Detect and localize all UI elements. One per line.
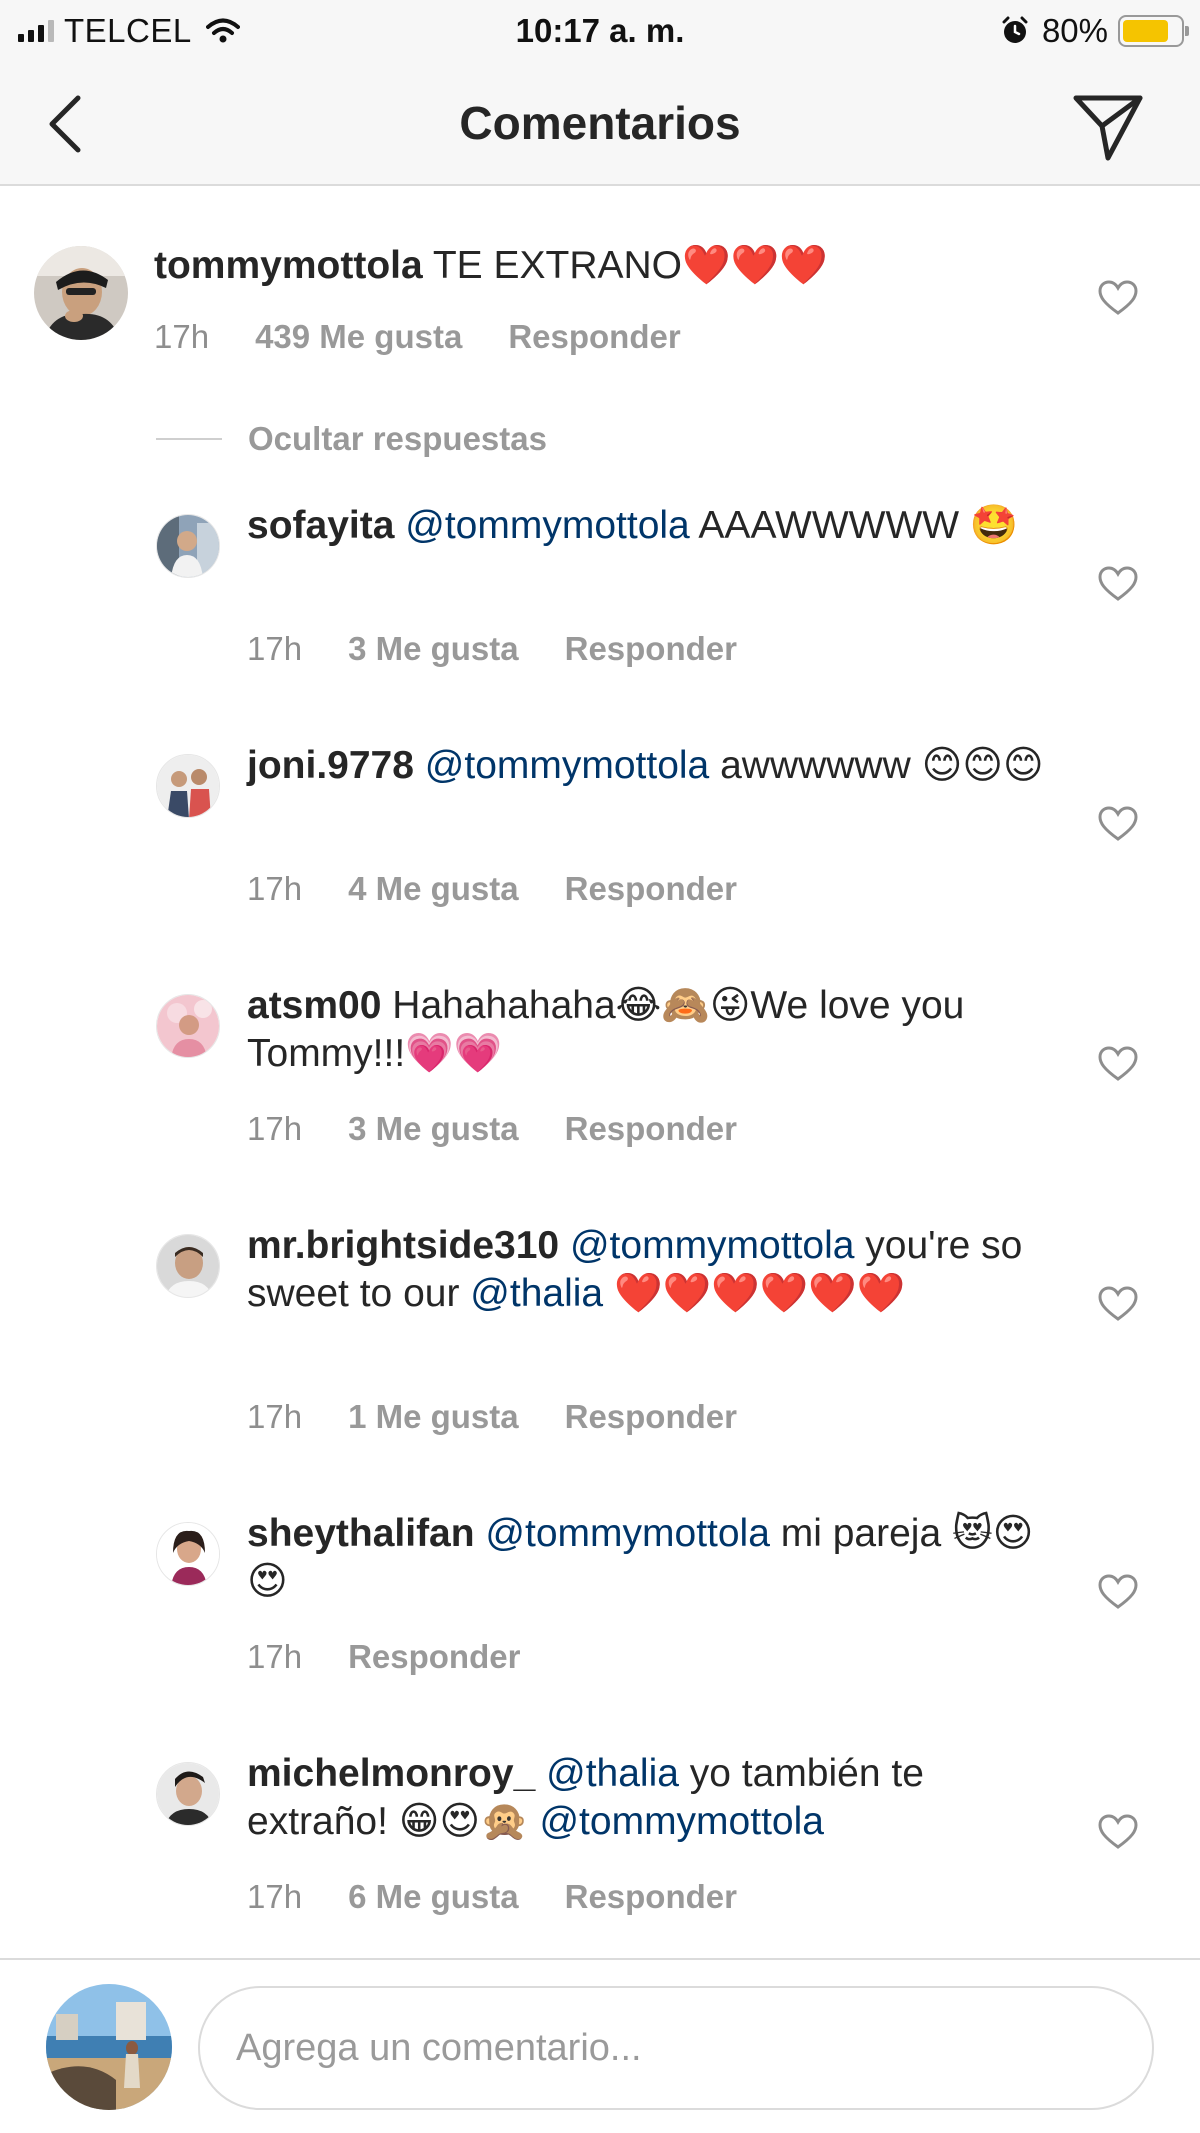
battery-percent: 80% [1041, 12, 1108, 49]
comment-body: @tommymottola AAAWWWWW 🤩 [394, 504, 1018, 547]
page-title: Comentarios [459, 97, 741, 149]
avatar[interactable] [34, 246, 128, 340]
comment-username[interactable]: sofayita [247, 504, 394, 547]
likes-count[interactable]: 4 Me gusta [348, 870, 519, 907]
comment-text: mr.brightside310 @tommymottola you're so… [247, 1222, 1047, 1318]
likes-count[interactable]: 6 Me gusta [348, 1878, 519, 1915]
comment-text: sofayita @tommymottola AAAWWWWW 🤩 [247, 502, 1047, 550]
avatar[interactable] [156, 514, 220, 578]
mention-link[interactable]: @thalia [546, 1752, 679, 1795]
comment-body-text [559, 1224, 570, 1267]
comment-meta: 17h 3 Me gusta Responder [247, 1110, 783, 1148]
comment-body-text: AAAWWWWW 🤩 [689, 504, 1019, 547]
comment-body: @tommymottola awwwwww 😊😊😊 [414, 744, 1044, 787]
avatar[interactable] [156, 1522, 220, 1586]
avatar[interactable] [156, 1234, 220, 1298]
reply-button[interactable]: Responder [508, 318, 680, 355]
comment-body-text [414, 744, 425, 787]
mention-link[interactable]: @tommymottola [405, 504, 689, 547]
comment-username[interactable]: atsm00 [247, 984, 381, 1027]
hide-replies-button[interactable]: Ocultar respuestas [156, 420, 547, 458]
likes-count[interactable]: 1 Me gusta [348, 1398, 519, 1435]
reply-button[interactable]: Responder [565, 1878, 737, 1915]
likes-count[interactable]: 439 Me gusta [255, 318, 462, 355]
mention-link[interactable]: @tommymottola [425, 744, 709, 787]
heart-icon[interactable] [1098, 1046, 1138, 1082]
comment-meta: 17h 6 Me gusta Responder [247, 1878, 783, 1916]
comment-time: 17h [247, 1110, 303, 1147]
comment-body-text: awwwwww 😊😊😊 [709, 744, 1044, 787]
status-right: 80% [1000, 12, 1189, 50]
comment-username[interactable]: tommymottola [154, 244, 423, 287]
heart-icon[interactable] [1098, 566, 1138, 602]
comment-text: tommymottola TE EXTRANO❤️❤️❤️ [154, 242, 1014, 290]
comment-time: 17h [247, 1638, 303, 1675]
battery-fill [1123, 20, 1168, 42]
alarm-icon [1002, 16, 1028, 43]
comment-composer [0, 1958, 1200, 2133]
comment-time: 17h [247, 870, 303, 907]
comment-input[interactable] [198, 1986, 1154, 2110]
hide-replies-line [156, 438, 222, 440]
comment-meta: 17h 3 Me gusta Responder [247, 630, 783, 668]
reply-button[interactable]: Responder [348, 1638, 520, 1675]
avatar[interactable] [156, 754, 220, 818]
reply-button[interactable]: Responder [565, 870, 737, 907]
reply-button[interactable]: Responder [565, 1110, 737, 1147]
comment-meta: 17h 4 Me gusta Responder [247, 870, 783, 908]
avatar[interactable] [156, 994, 220, 1058]
comment-text: sheythalifan @tommymottola mi pareja 😻😍😍 [247, 1510, 1047, 1606]
heart-icon[interactable] [1098, 280, 1138, 316]
reply-button[interactable]: Responder [565, 1398, 737, 1435]
comment-body-text [394, 504, 405, 547]
likes-count[interactable]: 3 Me gusta [348, 630, 519, 667]
comment-meta: 17h 1 Me gusta Responder [247, 1398, 783, 1436]
status-bar: TELCEL 10:17 a. m. 80% [0, 0, 1200, 62]
comment-text: atsm00 Hahahahaha😂🙈😜We love you Tommy!!!… [247, 982, 1047, 1078]
comment-meta: 17h Responder [247, 1638, 566, 1676]
paper-plane-icon [1073, 95, 1143, 161]
comment-body: TE EXTRANO❤️❤️❤️ [422, 244, 828, 287]
hide-replies-label: Ocultar respuestas [248, 420, 547, 457]
heart-icon[interactable] [1098, 806, 1138, 842]
comment-username[interactable]: mr.brightside310 [247, 1224, 559, 1267]
header: Comentarios [0, 62, 1200, 186]
comment-username[interactable]: joni.9778 [247, 744, 414, 787]
comment-username[interactable]: michelmonroy_ [247, 1752, 535, 1795]
mention-link[interactable]: @thalia [470, 1272, 603, 1315]
comment-username[interactable]: sheythalifan [247, 1512, 475, 1555]
heart-icon[interactable] [1098, 1574, 1138, 1610]
send-button[interactable] [1070, 88, 1146, 164]
comment-meta: 17h 439 Me gusta Responder [154, 318, 727, 356]
comment-body-text [535, 1752, 546, 1795]
comment-time: 17h [154, 318, 210, 355]
comment-body-text: ❤️❤️❤️❤️❤️❤️ [603, 1272, 906, 1315]
battery-icon [1118, 15, 1189, 47]
comment-text: joni.9778 @tommymottola awwwwww 😊😊😊 [247, 742, 1047, 790]
comment-time: 17h [247, 1878, 303, 1915]
heart-icon[interactable] [1098, 1814, 1138, 1850]
mention-link[interactable]: @tommymottola [539, 1800, 823, 1843]
mention-link[interactable]: @tommymottola [485, 1512, 769, 1555]
comment-text: michelmonroy_ @thalia yo también te extr… [247, 1750, 1047, 1846]
reply-button[interactable]: Responder [565, 630, 737, 667]
comment-time: 17h [247, 1398, 303, 1435]
avatar[interactable] [46, 1984, 172, 2110]
likes-count[interactable]: 3 Me gusta [348, 1110, 519, 1147]
comment-body-text [475, 1512, 486, 1555]
avatar[interactable] [156, 1762, 220, 1826]
heart-icon[interactable] [1098, 1286, 1138, 1322]
comment-time: 17h [247, 630, 303, 667]
mention-link[interactable]: @tommymottola [570, 1224, 854, 1267]
